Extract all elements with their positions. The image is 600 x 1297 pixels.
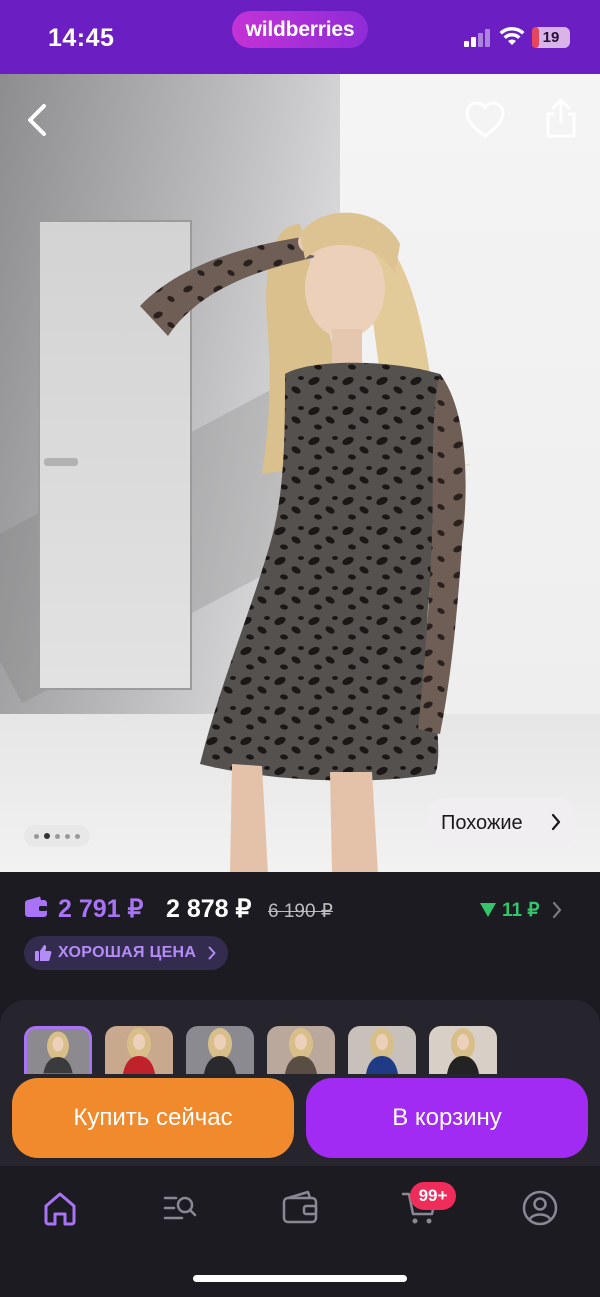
thumbnail-image — [123, 1028, 155, 1074]
arrow-down-icon — [480, 903, 496, 917]
signal-icon — [464, 29, 490, 47]
heart-icon[interactable] — [464, 100, 506, 140]
chevron-right-icon[interactable] — [552, 901, 562, 919]
status-bar: 14:45 wildberries 19 — [0, 0, 600, 74]
wildberries-logo: wildberries — [232, 11, 368, 48]
wallet-icon[interactable] — [280, 1188, 320, 1228]
thumbnail-image — [285, 1028, 317, 1074]
battery-fill — [532, 27, 540, 48]
price-card[interactable]: 2 791 ₽ 2 878 ₽ 6 190 ₽ 11 ₽ ХОРОШАЯ ЦЕН… — [0, 872, 600, 990]
buy-now-button[interactable]: Купить сейчас — [12, 1078, 294, 1158]
thumbnail-image — [43, 1031, 73, 1074]
wifi-icon — [499, 26, 525, 45]
thumbnail-2[interactable] — [105, 1026, 173, 1074]
cart-badge: 99+ — [410, 1182, 456, 1210]
photo-pager[interactable] — [24, 825, 90, 847]
thumbnail-6[interactable] — [429, 1026, 497, 1074]
product-screen: 14:45 wildberries 19 Похожие 2 791 ₽ 2 8… — [0, 0, 600, 1297]
thumbnail-3[interactable] — [186, 1026, 254, 1074]
wallet-icon — [25, 896, 47, 917]
product-photo[interactable]: Похожие — [0, 74, 600, 874]
pager-dot — [75, 833, 80, 839]
share-icon[interactable] — [542, 96, 580, 140]
thumbnail-image — [447, 1028, 479, 1074]
thumbnail-image — [366, 1028, 398, 1074]
chevron-right-icon — [208, 946, 216, 960]
cashback-amount: 11 ₽ — [502, 900, 540, 921]
pager-dot — [65, 833, 70, 839]
model-figure — [140, 212, 470, 874]
similar-label: Похожие — [441, 811, 523, 834]
regular-price: 2 878 ₽ — [166, 895, 252, 923]
add-to-cart-button[interactable]: В корзину — [306, 1078, 588, 1158]
thumbnail-5[interactable] — [348, 1026, 416, 1074]
pager-dot — [34, 833, 39, 839]
thumbnail-image — [204, 1028, 236, 1074]
good-price-label: ХОРОШАЯ ЦЕНА — [58, 944, 197, 961]
pager-dot — [44, 833, 50, 839]
pager-dot — [55, 833, 60, 839]
battery-icon: 19 — [532, 27, 570, 48]
chevron-left-icon[interactable] — [22, 98, 54, 142]
thumb-up-icon — [35, 945, 52, 961]
thumbnail-1[interactable] — [24, 1026, 92, 1074]
wallet-price: 2 791 ₽ — [58, 895, 144, 923]
status-time: 14:45 — [48, 24, 115, 52]
catalog-search-icon[interactable] — [160, 1188, 200, 1228]
battery-level: 19 — [542, 29, 560, 46]
home-icon[interactable] — [40, 1188, 80, 1228]
chevron-right-icon — [551, 813, 561, 831]
home-indicator[interactable] — [193, 1275, 407, 1282]
profile-icon[interactable] — [520, 1188, 560, 1228]
similar-button[interactable]: Похожие — [427, 798, 575, 848]
old-price: 6 190 ₽ — [268, 901, 333, 922]
thumbnail-4[interactable] — [267, 1026, 335, 1074]
good-price-badge[interactable]: ХОРОШАЯ ЦЕНА — [24, 936, 229, 970]
